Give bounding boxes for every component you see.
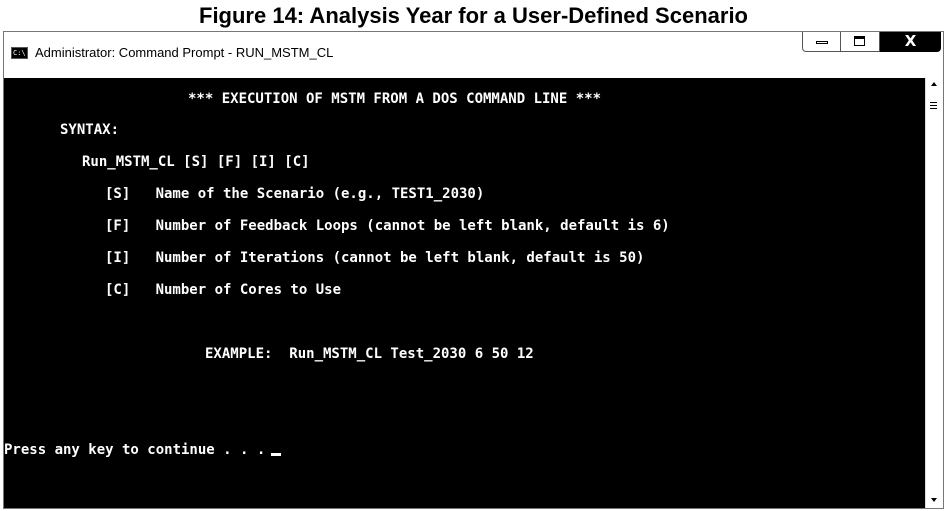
scroll-thumb-grip — [930, 108, 937, 109]
console-output[interactable]: *** EXECUTION OF MSTM FROM A DOS COMMAND… — [4, 78, 925, 508]
command-prompt-window: C:\ Administrator: Command Prompt - RUN_… — [3, 31, 944, 509]
param-iterations: [I] Number of Iterations (cannot be left… — [105, 250, 645, 266]
close-button[interactable]: X — [880, 32, 941, 52]
cmd-icon[interactable]: C:\ — [11, 47, 28, 59]
window-controls: X — [802, 32, 941, 54]
scroll-thumb-grip — [930, 105, 937, 106]
example-line: EXAMPLE: Run_MSTM_CL Test_2030 6 50 12 — [205, 346, 534, 362]
syntax-label: SYNTAX: — [60, 122, 120, 138]
vertical-scrollbar[interactable] — [925, 78, 943, 508]
syntax-command: Run_MSTM_CL [S] [F] [I] [C] — [82, 154, 310, 170]
console-header: *** EXECUTION OF MSTM FROM A DOS COMMAND… — [188, 91, 602, 107]
continue-prompt-text: Press any key to continue . . . — [4, 442, 266, 458]
maximize-button[interactable] — [841, 32, 880, 52]
title-bar[interactable]: C:\ Administrator: Command Prompt - RUN_… — [4, 32, 943, 78]
scroll-thumb[interactable] — [930, 102, 937, 103]
close-icon: X — [904, 32, 917, 50]
figure-caption: Figure 14: Analysis Year for a User-Defi… — [199, 3, 748, 28]
window-title: Administrator: Command Prompt - RUN_MSTM… — [35, 45, 334, 60]
arrow-down-icon[interactable] — [931, 498, 937, 502]
text-cursor — [271, 453, 282, 456]
minimize-button[interactable] — [802, 32, 841, 52]
continue-prompt: Press any key to continue . . . — [4, 441, 282, 459]
param-scenario: [S] Name of the Scenario (e.g., TEST1_20… — [105, 186, 485, 202]
arrow-up-icon[interactable] — [931, 82, 937, 86]
param-cores: [C] Number of Cores to Use — [105, 282, 342, 298]
param-feedback-loops: [F] Number of Feedback Loops (cannot be … — [105, 218, 670, 234]
